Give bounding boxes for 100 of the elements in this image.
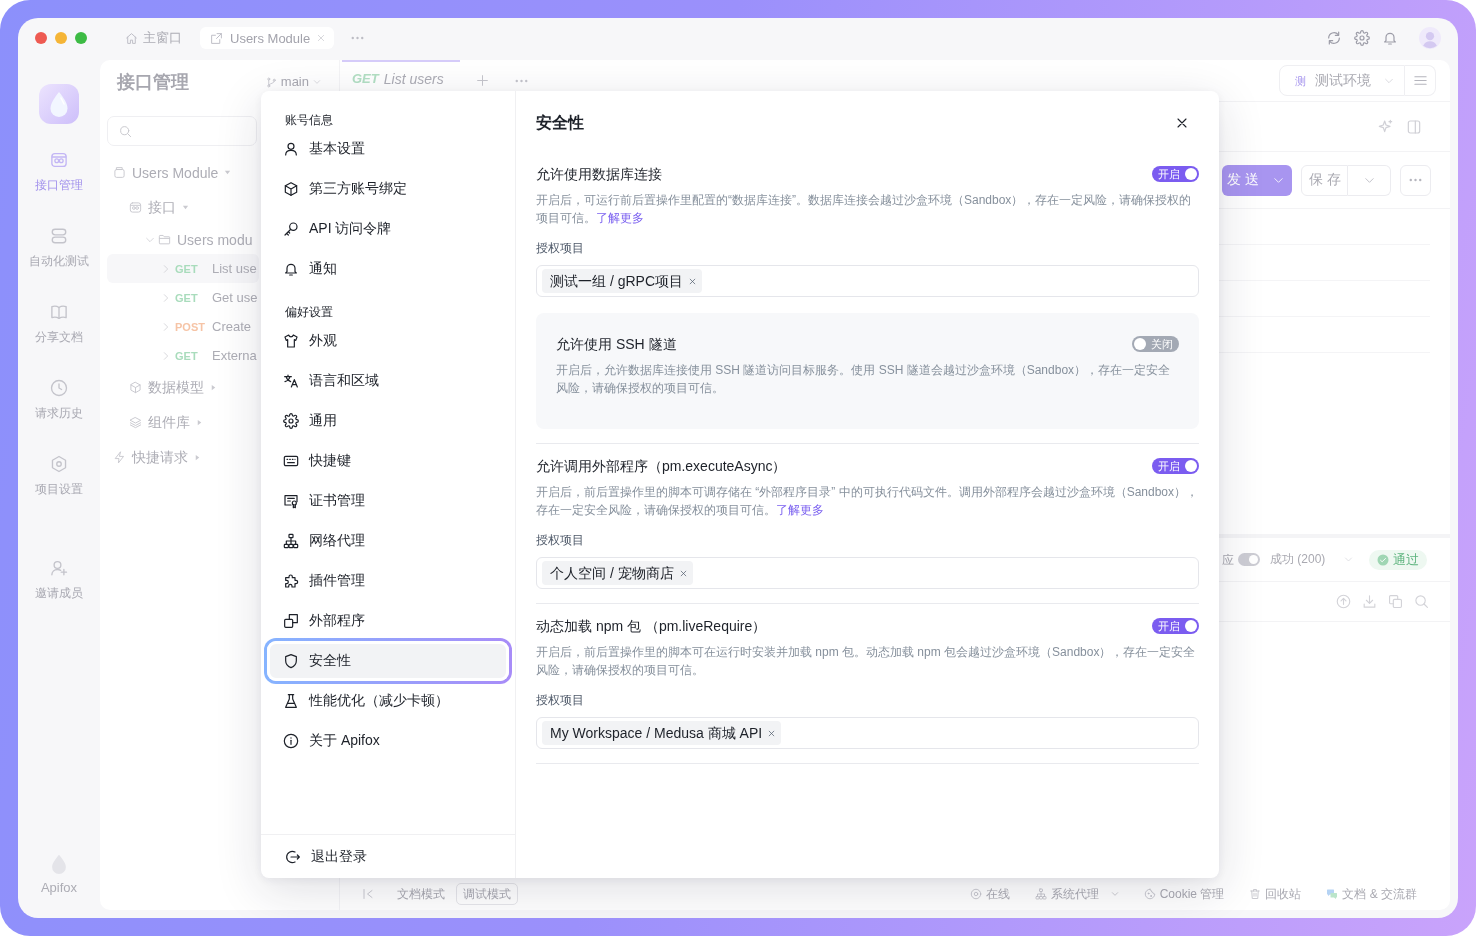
menu-button[interactable] (1405, 65, 1436, 96)
user-plus-icon (50, 559, 68, 577)
response-label: 应 (1222, 551, 1234, 568)
status-item[interactable]: 回收站 (1249, 885, 1302, 903)
clock-icon (50, 379, 68, 397)
rail-item[interactable]: 分享文档 (22, 295, 96, 371)
tree-item[interactable]: GET Externa (107, 341, 259, 370)
download-icon[interactable] (1362, 594, 1377, 609)
mode-tab[interactable]: 文档模式 (390, 883, 452, 905)
nav-item[interactable]: 插件管理 (268, 561, 508, 601)
bell-icon[interactable] (1382, 30, 1398, 46)
panel-icon[interactable] (1406, 118, 1422, 135)
search-icon[interactable] (1414, 594, 1429, 609)
save-button[interactable]: 保存 (1301, 164, 1348, 196)
tile-icon (50, 151, 68, 169)
toggle-switch[interactable]: 开启 (1152, 618, 1199, 634)
nav-item[interactable]: 外观 (268, 321, 508, 361)
nav-item[interactable]: 基本设置 (268, 129, 508, 169)
user-icon (283, 141, 299, 157)
nav-item[interactable]: 关于 Apifox (268, 721, 508, 761)
project-select[interactable]: 个人空间 / 宠物商店 (536, 557, 1199, 589)
avatar-icon[interactable] (1419, 27, 1441, 49)
nav-item[interactable]: 通知 (268, 249, 508, 289)
http-method: GET (175, 262, 199, 275)
tree-item[interactable]: 接口 (107, 190, 259, 225)
app-logo-icon (39, 84, 79, 124)
tree-item[interactable]: GET List use (107, 254, 259, 283)
sparkle-icon[interactable] (1378, 118, 1394, 135)
nav-item[interactable]: 安全性 (264, 638, 512, 684)
result-label: 通过 (1393, 551, 1420, 568)
refresh-icon[interactable] (1326, 30, 1342, 46)
setting-description: 开启后，前后置操作里的脚本可调存储在 “外部程序目录” 中的可执行代码文件。调用外部程序会越过沙盒环境（Sandbox），存在一定安全风险，请确保授权的项目可信。了解更多 (536, 484, 1199, 519)
nav-item[interactable]: 性能优化（减少卡顿） (268, 681, 508, 721)
invite-button[interactable]: 邀请成员 (22, 551, 96, 627)
search-field[interactable] (107, 116, 257, 146)
copy-icon[interactable] (1388, 594, 1403, 609)
toggle-switch[interactable]: 开启 (1152, 166, 1199, 182)
nav-item[interactable]: 语言和区域 (268, 361, 508, 401)
send-options-button[interactable] (1264, 164, 1292, 196)
tree-item[interactable]: GET Get use (107, 283, 259, 312)
learn-more-link[interactable]: 了解更多 (596, 211, 644, 225)
rail-item[interactable]: 自动化测试 (22, 219, 96, 295)
tag-label: My Workspace / Medusa 商城 API (550, 724, 763, 743)
nav-item[interactable]: 快捷键 (268, 441, 508, 481)
upload-icon[interactable] (1336, 594, 1351, 609)
project-select[interactable]: 测试一组 / gRPC项目 (536, 265, 1199, 297)
nav-item[interactable]: 通用 (268, 401, 508, 441)
tile-icon (129, 201, 142, 214)
project-select[interactable]: My Workspace / Medusa 商城 API (536, 717, 1199, 749)
hexagon-icon (50, 455, 68, 473)
window-tab[interactable]: 主窗口 (118, 27, 190, 49)
puzzle-icon (283, 573, 299, 589)
rail-item[interactable]: 接口管理 (22, 143, 96, 219)
branch-selector[interactable]: main (265, 74, 321, 90)
tree-item[interactable]: 快捷请求 (107, 440, 259, 475)
window-zoom-control[interactable] (75, 32, 87, 44)
send-button[interactable]: 发送 (1222, 164, 1264, 196)
toggle-switch[interactable]: 开启 (1152, 458, 1199, 474)
toggle-switch[interactable]: 关闭 (1132, 336, 1179, 352)
keyboard-icon (283, 453, 299, 469)
external-link-icon (210, 31, 223, 45)
rail-item[interactable]: 项目设置 (22, 447, 96, 523)
more-icon[interactable] (514, 78, 528, 83)
status-item[interactable]: 系统代理 (1034, 885, 1119, 903)
window-close-control[interactable] (35, 32, 47, 44)
close-icon[interactable] (1176, 117, 1188, 129)
plus-icon[interactable] (475, 74, 489, 87)
tree-item[interactable]: Users modu (107, 225, 259, 254)
window-minimize-control[interactable] (55, 32, 67, 44)
nav-item[interactable]: 外部程序 (268, 601, 508, 641)
collapse-icon[interactable] (362, 888, 374, 900)
status-selector[interactable]: 成功 (200) (1270, 551, 1354, 568)
environment-selector[interactable]: 测 测试环境 (1279, 65, 1405, 96)
tree-item[interactable]: Users Module (107, 155, 259, 190)
more-button[interactable] (1400, 164, 1431, 196)
tree-item[interactable]: 组件库 (107, 405, 259, 440)
tree-item[interactable]: 数据模型 (107, 370, 259, 405)
status-item[interactable]: 在线 (969, 885, 1010, 903)
status-item[interactable]: Cookie 管理 (1143, 885, 1225, 903)
flask-icon (283, 693, 299, 709)
nav-item[interactable]: API 访问令牌 (268, 209, 508, 249)
field-label: 授权项目 (536, 692, 585, 709)
brand-name: Apifox (40, 880, 78, 896)
save-options-button[interactable] (1348, 164, 1391, 196)
target-icon (969, 888, 982, 900)
logout-button[interactable]: 退出登录 (283, 847, 369, 866)
toggle-switch[interactable] (1238, 553, 1260, 566)
tree-item[interactable]: POST Create (107, 312, 259, 341)
nav-item[interactable]: 第三方账号绑定 (268, 169, 508, 209)
status-item[interactable]: 文档 & 交流群 (1326, 885, 1417, 903)
settings-icon[interactable] (1354, 30, 1370, 46)
nav-item[interactable]: 网络代理 (268, 521, 508, 561)
window-tab[interactable]: Users Module (200, 27, 335, 49)
mode-tab[interactable]: 调试模式 (456, 883, 518, 905)
learn-more-link[interactable]: 了解更多 (776, 503, 824, 517)
chevron-icon (313, 78, 321, 86)
more-icon[interactable] (351, 36, 365, 40)
shield-icon (283, 653, 299, 669)
nav-item[interactable]: 证书管理 (268, 481, 508, 521)
rail-item[interactable]: 请求历史 (22, 371, 96, 447)
